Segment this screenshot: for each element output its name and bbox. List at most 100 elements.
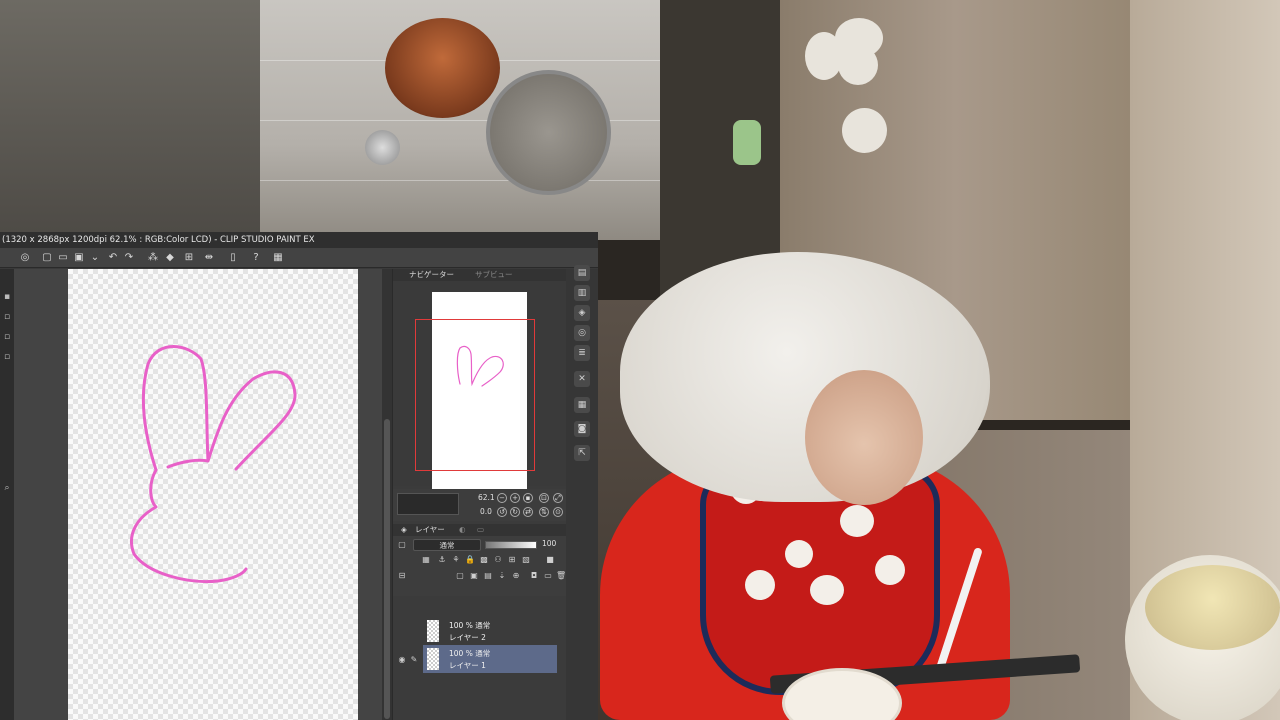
polka-dot (810, 575, 844, 605)
blend-mode-select[interactable]: 通常 (413, 539, 481, 551)
close-panel-icon[interactable]: ✕ (574, 371, 590, 387)
opacity-slider[interactable] (485, 541, 537, 549)
clear-icon[interactable]: ⁂ (146, 251, 160, 265)
open-file-icon[interactable]: ▭ (56, 251, 70, 265)
clear-layer-icon[interactable]: ▭ (543, 571, 553, 581)
panel-icon[interactable]: ▦ (574, 397, 590, 413)
flip-icon[interactable]: ⇹ (202, 251, 216, 265)
tool-icon[interactable]: ▫ (1, 311, 13, 323)
new-file-icon[interactable]: ▢ (40, 251, 54, 265)
navigator-preview[interactable] (393, 281, 567, 498)
canvas-area[interactable] (14, 269, 382, 720)
fit-icon[interactable]: ▪ (523, 493, 533, 503)
person-face (805, 370, 923, 505)
rotate-left-icon[interactable]: ↺ (497, 507, 507, 517)
zoom-out-icon[interactable]: − (497, 493, 507, 503)
companion-icon[interactable]: ▯ (226, 251, 240, 265)
tab-layer-search-icon[interactable]: ▭ (473, 524, 488, 536)
layer-list: 100 % 通常 レイヤー 2 ◉ ✎ 100 % 通常 レイヤー 1 (393, 617, 567, 720)
new-vector-layer-icon[interactable]: ▣ (469, 571, 479, 581)
palette-color-icon[interactable]: ▧ (521, 555, 531, 565)
zoom-value: 62.1 (478, 493, 495, 502)
merge-icon[interactable]: ⊕ (511, 571, 521, 581)
ruler-icon[interactable]: ⊞ (507, 555, 517, 565)
layer-thumbnail (427, 648, 439, 670)
layer-lock-row: ▦ ⚓ ⚘ 🔒 ▩ ⚇ ⊞ ▧ ■ (393, 554, 567, 568)
delete-layer-icon[interactable]: 🗑 (556, 571, 566, 581)
tool-icon[interactable]: ▫ (1, 351, 13, 363)
tool-icon[interactable]: ▪ (1, 291, 13, 303)
layer-opacity-mode: 100 % 通常 (449, 621, 491, 630)
tab-navigator[interactable]: ナビゲーター (405, 269, 458, 281)
settings-icon[interactable]: ▦ (271, 251, 285, 265)
app-menu-icon[interactable]: ◎ (18, 251, 32, 265)
clip-icon[interactable]: ▦ (421, 555, 431, 565)
flip-vertical-icon[interactable]: ⇅ (539, 507, 549, 517)
save-icon[interactable]: ▣ (72, 251, 86, 265)
layer-row-selected[interactable]: 100 % 通常 レイヤー 1 (423, 645, 557, 673)
mask-add-icon[interactable]: ◘ (529, 571, 539, 581)
layer-menu-icon[interactable]: ⊟ (397, 571, 407, 581)
canvas-scrollbar[interactable] (382, 269, 392, 720)
pencil-icon: ✎ (410, 655, 418, 664)
navigator-view-frame[interactable] (415, 319, 535, 471)
export-icon[interactable]: ⇱ (574, 445, 590, 461)
layer-row[interactable]: 100 % 通常 レイヤー 2 (423, 617, 557, 645)
side-panel: ナビゲーター サブビュー 62.1 − + ▪ ⊡ ⤢ 0.0 ↺ ↻ ⇄ ⇅ … (392, 269, 567, 720)
lock-transparent-icon[interactable]: ▩ (479, 555, 489, 565)
pot-contents (1145, 565, 1280, 650)
layer-action-row: ⊟ ▢ ▣ ▤ ⇣ ⊕ ◘ ▭ 🗑 (393, 570, 567, 584)
transform-icon[interactable]: ⊞ (182, 251, 196, 265)
polka-dot (745, 570, 775, 600)
transfer-down-icon[interactable]: ⇣ (497, 571, 507, 581)
panel-icon[interactable]: ▥ (574, 285, 590, 301)
camera-icon[interactable]: ◙ (574, 421, 590, 437)
undo-icon[interactable]: ↶ (106, 251, 120, 265)
layer-thumbnail (427, 620, 439, 642)
hanging-pan (385, 18, 500, 118)
command-bar: ◎ ▢ ▭ ▣ ⌄ ↶ ↷ ⁂ ◆ ⊞ ⇹ ▯ ? ▦ (0, 248, 598, 268)
window-title: (1320 x 2868px 1200dpi 62.1% : RGB:Color… (0, 232, 598, 248)
eye-icon[interactable]: ◉ (397, 655, 407, 665)
zoom-slider[interactable] (397, 493, 459, 515)
scrollbar-thumb[interactable] (384, 419, 390, 719)
opacity-value: 100 (542, 539, 557, 548)
tab-layer-property-icon[interactable]: ◐ (455, 524, 470, 536)
tab-layer[interactable]: レイヤー (411, 524, 449, 536)
new-folder-icon[interactable]: ▤ (483, 571, 493, 581)
layers-panel-icon[interactable]: ◈ (574, 305, 590, 321)
fridge-magnet (838, 45, 878, 85)
tool-icon[interactable]: ▫ (1, 331, 13, 343)
reset-rotation-icon[interactable]: ⊙ (553, 507, 563, 517)
layer-name: レイヤー 2 (449, 633, 486, 642)
draft-icon[interactable]: ⚘ (451, 555, 461, 565)
reference-icon[interactable]: ⚓ (437, 555, 447, 565)
fit-window-icon[interactable]: ⤢ (553, 493, 563, 503)
panel-icon[interactable]: ▤ (574, 265, 590, 281)
rotate-right-icon[interactable]: ↻ (510, 507, 520, 517)
new-raster-layer-icon[interactable]: ▢ (455, 571, 465, 581)
tool-strip: ▪ ▫ ▫ ▫ ⌕ (0, 269, 14, 720)
dropdown-icon[interactable]: ⌄ (88, 251, 102, 265)
zoom-in-icon[interactable]: + (510, 493, 520, 503)
layer-color-icon[interactable]: ■ (545, 555, 555, 565)
tab-subview[interactable]: サブビュー (471, 269, 517, 281)
material-icon[interactable]: ◎ (574, 325, 590, 341)
panel-icon[interactable]: ≣ (574, 345, 590, 361)
panel-dock-strip: ▤ ▥ ◈ ◎ ≣ ✕ ▦ ◙ ⇱ (566, 265, 598, 720)
layer-property-toggle-icon[interactable]: ▢ (397, 540, 407, 550)
fill-icon[interactable]: ◆ (163, 251, 177, 265)
wall-clock (365, 130, 400, 165)
kitchen-timer (733, 120, 761, 165)
redo-icon[interactable]: ↷ (122, 251, 136, 265)
flip-horizontal-icon[interactable]: ⇄ (523, 507, 533, 517)
lock-icon[interactable]: 🔒 (465, 555, 475, 565)
reset-zoom-icon[interactable]: ⊡ (539, 493, 549, 503)
clip-studio-window: (1320 x 2868px 1200dpi 62.1% : RGB:Color… (0, 232, 598, 720)
bunny-outline-stroke (130, 345, 297, 584)
polka-dot (840, 505, 874, 537)
help-icon[interactable]: ? (249, 251, 263, 265)
mask-icon[interactable]: ⚇ (493, 555, 503, 565)
drawing-canvas[interactable] (68, 269, 358, 720)
zoom-icon[interactable]: ⌕ (1, 482, 13, 494)
